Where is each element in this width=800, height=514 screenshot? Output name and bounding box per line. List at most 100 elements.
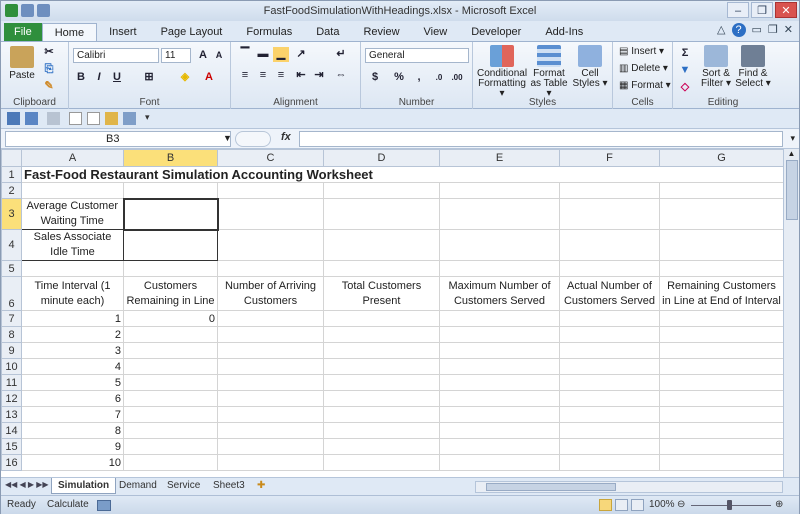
row-header-4[interactable]: 4 (1, 229, 22, 261)
cell[interactable] (659, 229, 784, 261)
copy-icon[interactable]: ⎘ (41, 62, 57, 77)
italic-icon[interactable]: I (91, 70, 107, 85)
comma-icon[interactable]: , (411, 70, 427, 85)
cell[interactable] (323, 454, 440, 471)
cell[interactable] (559, 326, 660, 343)
cell[interactable] (217, 229, 324, 261)
select-all-corner[interactable] (1, 149, 22, 167)
cell[interactable] (659, 326, 784, 343)
cell[interactable] (439, 406, 560, 423)
cell[interactable] (659, 358, 784, 375)
fill-icon[interactable]: ▼ (677, 63, 693, 78)
interval-cell[interactable]: 1 (21, 310, 124, 327)
conditional-formatting-button[interactable]: Conditional Formatting ▾ (477, 45, 527, 99)
name-box-dropdown-icon[interactable]: ▼ (223, 133, 232, 143)
align-bottom-icon[interactable]: ▁ (273, 47, 289, 62)
name-box[interactable]: B3 (5, 131, 231, 147)
row-header-11[interactable]: 11 (1, 374, 22, 391)
cell[interactable] (323, 260, 440, 277)
insert-function-icon[interactable]: fx (281, 131, 291, 143)
sort-filter-button[interactable]: Sort & Filter ▾ (699, 45, 733, 89)
row-header-15[interactable]: 15 (1, 438, 22, 455)
cell[interactable] (439, 310, 560, 327)
cell-styles-button[interactable]: Cell Styles ▾ (571, 45, 609, 89)
tab-insert[interactable]: Insert (97, 23, 149, 41)
undo-icon[interactable] (37, 4, 50, 17)
cell[interactable] (659, 422, 784, 439)
redo-icon[interactable] (47, 112, 60, 125)
row-header-5[interactable]: 5 (1, 260, 22, 277)
row-header-7[interactable]: 7 (1, 310, 22, 327)
tab-add-ins[interactable]: Add-Ins (533, 23, 595, 41)
cell[interactable] (217, 374, 324, 391)
align-top-icon[interactable]: ▔ (237, 47, 253, 62)
cell[interactable] (217, 390, 324, 407)
macro-record-icon[interactable] (97, 500, 111, 511)
cell[interactable] (217, 260, 324, 277)
column-header-c[interactable]: C (217, 149, 324, 167)
cell[interactable] (123, 390, 218, 407)
cell[interactable] (123, 374, 218, 391)
interval-cell[interactable]: 4 (21, 358, 124, 375)
font-name-select[interactable]: Calibri (73, 48, 159, 63)
header-arriving-customers[interactable]: Number of Arriving Customers (217, 276, 324, 311)
cell[interactable] (323, 358, 440, 375)
cell[interactable] (323, 438, 440, 455)
zoom-slider-thumb[interactable] (727, 500, 732, 510)
interval-cell[interactable]: 10 (21, 454, 124, 471)
cell[interactable] (217, 438, 324, 455)
restore-workbook-icon[interactable]: ❐ (768, 23, 778, 37)
row-header-8[interactable]: 8 (1, 326, 22, 343)
number-format-select[interactable]: General (365, 48, 469, 63)
decrease-indent-icon[interactable]: ⇤ (293, 68, 309, 83)
expand-formula-bar-icon[interactable]: ▾ (790, 133, 795, 144)
tab-home[interactable]: Home (41, 23, 98, 41)
cell[interactable] (559, 198, 660, 230)
header-remaining-end[interactable]: Remaining Customers in Line at End of In… (659, 276, 784, 311)
new-sheet-icon[interactable]: ✚ (251, 478, 271, 494)
column-header-e[interactable]: E (439, 149, 560, 167)
increase-decimal-icon[interactable]: .0 (431, 70, 447, 85)
cell[interactable] (439, 182, 560, 199)
cell[interactable] (439, 454, 560, 471)
hscroll-thumb[interactable] (486, 483, 616, 491)
cell[interactable] (323, 229, 440, 261)
cell[interactable] (559, 422, 660, 439)
zoom-out-icon[interactable]: ⊖ (677, 496, 685, 514)
cell[interactable] (439, 374, 560, 391)
cell[interactable] (559, 374, 660, 391)
cell[interactable] (123, 422, 218, 439)
row-header-6[interactable]: 6 (1, 276, 22, 311)
tab-data[interactable]: Data (304, 23, 351, 41)
cell[interactable] (217, 326, 324, 343)
interval-cell[interactable]: 5 (21, 374, 124, 391)
cell-b3-selected[interactable] (122, 197, 219, 231)
cell[interactable] (323, 422, 440, 439)
find-select-button[interactable]: Find & Select ▾ (735, 45, 771, 89)
sheet-title-cell[interactable]: Fast-Food Restaurant Simulation Accounti… (21, 166, 784, 183)
cell[interactable] (217, 198, 324, 230)
column-header-d[interactable]: D (323, 149, 440, 167)
cell[interactable] (217, 358, 324, 375)
undo-icon[interactable] (25, 112, 38, 125)
cell[interactable] (439, 390, 560, 407)
font-size-select[interactable]: 11 (161, 48, 191, 63)
formula-input[interactable] (299, 131, 783, 147)
row-header-9[interactable]: 9 (1, 342, 22, 359)
align-center-icon[interactable]: ≡ (255, 68, 271, 83)
cell[interactable] (323, 390, 440, 407)
print-preview-icon[interactable] (123, 112, 136, 125)
save-icon[interactable] (21, 4, 34, 17)
row-header-10[interactable]: 10 (1, 358, 22, 375)
cell[interactable] (659, 390, 784, 407)
sheet-nav-icons[interactable]: ◀◀ ◀ ▶ ▶▶ (5, 480, 49, 489)
format-cells-button[interactable]: ▦ Format ▾ (619, 80, 671, 91)
worksheet-grid[interactable]: A B C D E F G 1 Fast-Food Restaurant Sim… (1, 149, 799, 477)
new-document-icon[interactable] (87, 112, 100, 125)
interval-cell[interactable]: 3 (21, 342, 124, 359)
idle-time-label[interactable]: Sales Associate Idle Time (21, 229, 124, 261)
cell[interactable] (123, 406, 218, 423)
cut-icon[interactable]: ✂ (41, 45, 57, 60)
sheet-tab-simulation[interactable]: Simulation (51, 478, 117, 494)
cell[interactable] (323, 198, 440, 230)
